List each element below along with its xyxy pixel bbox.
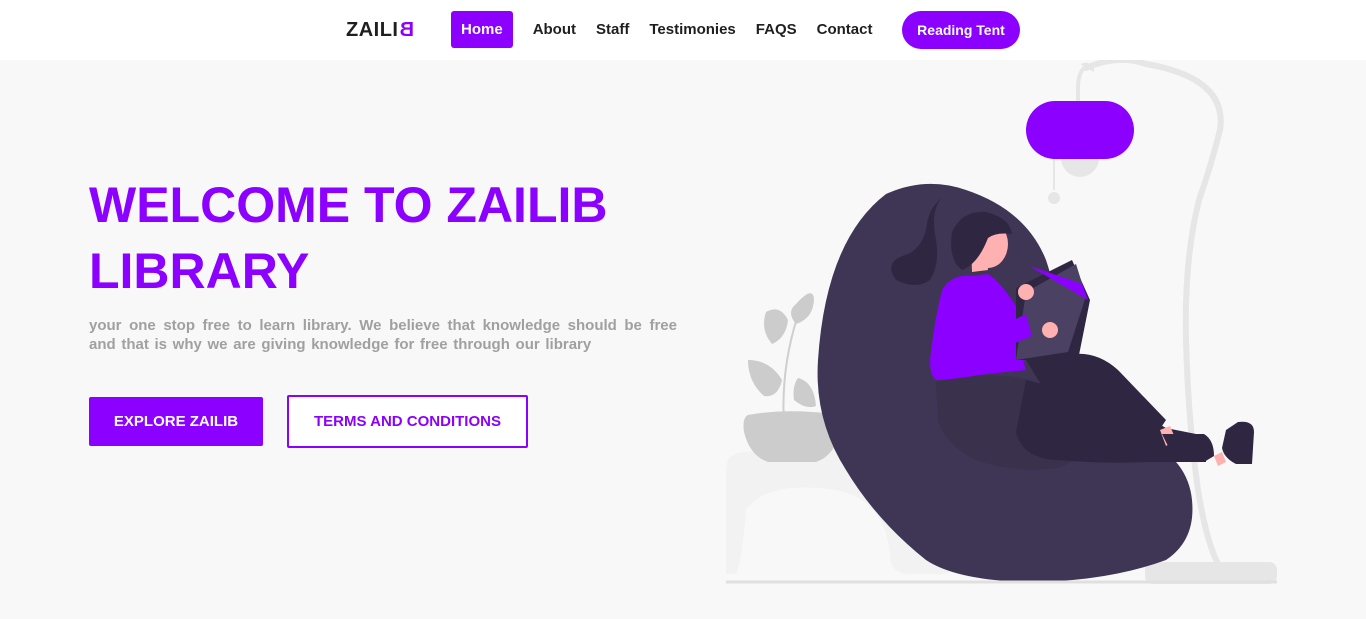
logo-text: ZAILI — [346, 19, 399, 41]
site-logo[interactable]: ZAILIB — [346, 19, 413, 42]
hero-subtitle: your one stop free to learn library. We … — [89, 317, 677, 353]
nav-link-faqs[interactable]: FAQS — [756, 11, 797, 48]
main-nav: Home About Staff Testimonies FAQS Contac… — [451, 11, 892, 48]
nav-link-home[interactable]: Home — [451, 11, 513, 48]
reading-tent-button[interactable]: Reading Tent — [902, 11, 1020, 49]
nav-link-contact[interactable]: Contact — [817, 11, 873, 48]
terms-button[interactable]: TERMS AND CONDITIONS — [287, 395, 528, 448]
hero-title-line-2: LIBRARY — [89, 243, 310, 299]
logo-mirrored-letter: B — [398, 19, 414, 41]
navbar: ZAILIB Home About Staff Testimonies FAQS… — [0, 0, 1366, 60]
nav-link-testimonies[interactable]: Testimonies — [649, 11, 735, 48]
explore-button[interactable]: EXPLORE ZAILIB — [89, 397, 263, 446]
hero-title-line-1: WELCOME TO ZAILIB — [89, 177, 608, 233]
nav-link-staff[interactable]: Staff — [596, 11, 629, 48]
hero-title: WELCOME TO ZAILIB LIBRARY — [89, 172, 689, 304]
nav-link-about[interactable]: About — [533, 11, 576, 48]
woman-reading-illustration — [726, 60, 1277, 584]
